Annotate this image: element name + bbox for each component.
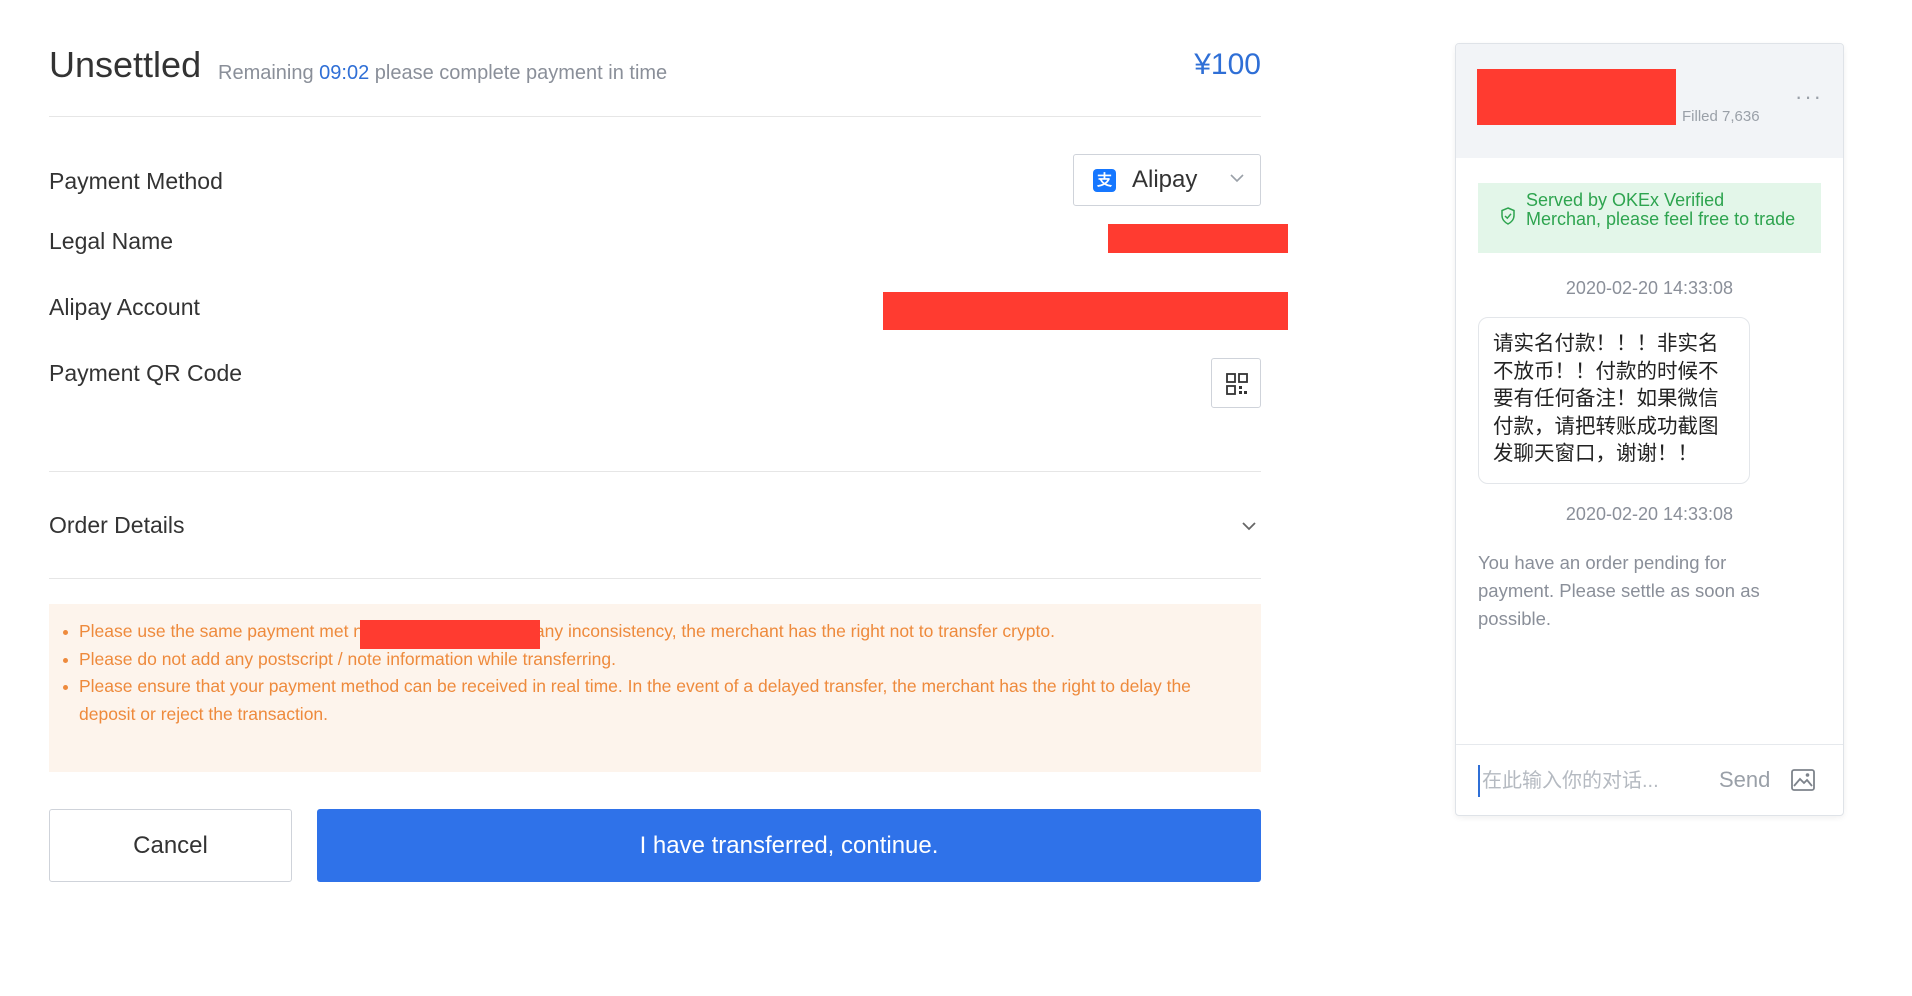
payment-qr-label: Payment QR Code [49,360,243,386]
payment-panel: Unsettled Remaining 09:02 please complet… [49,0,1288,882]
more-icon[interactable]: ··· [1795,84,1823,110]
payment-method-select[interactable]: 支 Alipay [1073,154,1261,206]
remaining-suffix: please complete payment in time [374,62,668,84]
payment-method-value: Alipay [1132,166,1198,193]
merchant-message: 请实名付款！！！非实名不放币！！付款的时候不要有任何备注！如果微信付款，请把转账… [1478,317,1750,484]
divider [49,471,1261,472]
merchant-header: Filled 7,636 ··· [1456,44,1843,158]
qr-code-icon [1226,373,1248,395]
shield-check-icon [1501,207,1515,225]
notice-item: Please ensure that your payment method c… [63,673,1243,728]
notice-item: Please use the same payment met nsfer mo… [63,618,1243,646]
chat-input[interactable] [1478,765,1704,797]
order-amount: ¥100 [1194,48,1261,81]
verified-text: Served by OKEx Verified Merchan, please … [1526,190,1796,229]
order-details-label[interactable]: Order Details [49,512,184,539]
verified-merchant-banner: Served by OKEx Verified Merchan, please … [1478,183,1821,253]
remaining-label: Remaining [218,62,314,84]
payment-notice: Please use the same payment met nsfer mo… [49,604,1261,772]
qr-code-button[interactable] [1211,358,1261,408]
chat-panel: Filled 7,636 ··· Served by OKEx Verified… [1455,43,1844,816]
alipay-account-label: Alipay Account [49,294,200,320]
message-timestamp: 2020-02-20 14:33:08 [1565,504,1734,524]
notice-item: Please do not add any postscript / note … [63,646,1243,674]
order-status: Unsettled [49,44,202,85]
legal-name-label: Legal Name [49,228,174,254]
remaining-time-text: Remaining 09:02 please complete payment … [218,62,667,85]
cancel-button[interactable]: Cancel [49,809,292,882]
legal-name-redaction [1108,224,1288,253]
notice-redaction [360,620,540,649]
payment-method-label: Payment Method [49,168,223,194]
chevron-down-icon[interactable] [1239,516,1259,536]
transferred-continue-button[interactable]: I have transferred, continue. [317,809,1261,882]
system-message: You have an order pending for payment. P… [1478,552,1760,629]
divider [49,578,1261,579]
chat-input-bar: Send [1456,744,1843,815]
alipay-logo-icon: 支 [1093,169,1116,192]
merchant-name-redaction [1477,69,1676,125]
alipay-account-redaction [883,292,1288,330]
message-timestamp: 2020-02-20 14:33:08 [1565,278,1734,298]
send-button[interactable]: Send [1719,767,1770,793]
chevron-down-icon [1230,174,1244,183]
image-icon[interactable] [1791,769,1815,791]
countdown-timer: 09:02 [319,62,370,84]
order-header: Unsettled Remaining 09:02 please complet… [49,0,1261,117]
filled-count: Filled 7,636 [1682,108,1760,125]
